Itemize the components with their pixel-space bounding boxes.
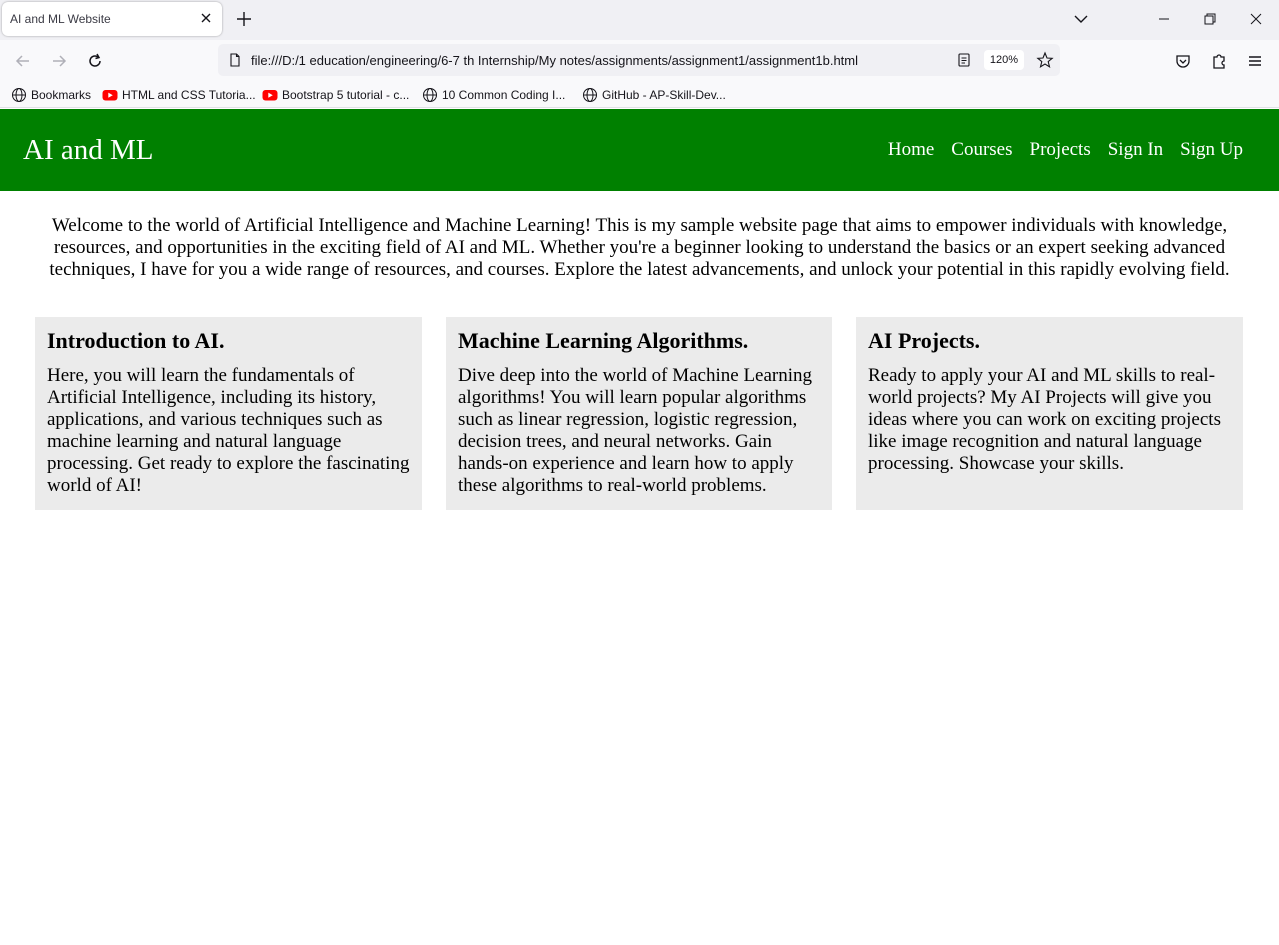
nav-link-sign-up[interactable]: Sign Up bbox=[1180, 139, 1243, 161]
pocket-icon[interactable] bbox=[1173, 51, 1193, 71]
globe-icon bbox=[12, 88, 26, 102]
site-nav: Home Courses Projects Sign In Sign Up bbox=[888, 139, 1243, 161]
card-text: Dive deep into the world of Machine Lear… bbox=[458, 365, 813, 496]
extensions-icon[interactable] bbox=[1209, 51, 1229, 71]
page-icon bbox=[230, 53, 240, 67]
bookmark-label: Bookmarks bbox=[31, 88, 92, 102]
forward-arrow-icon[interactable] bbox=[49, 51, 69, 71]
bookmark-label: GitHub - AP-Skill-Dev... bbox=[602, 88, 726, 102]
tab-title: AI and ML Website bbox=[10, 12, 111, 26]
nav-link-courses[interactable]: Courses bbox=[951, 139, 1012, 161]
reader-view-icon[interactable] bbox=[956, 52, 972, 68]
nav-link-home[interactable]: Home bbox=[888, 139, 934, 161]
tab-close-icon[interactable] bbox=[198, 10, 214, 26]
bookmark-item[interactable]: HTML and CSS Tutoria... bbox=[102, 86, 256, 104]
bookmark-label: 10 Common Coding I... bbox=[442, 88, 566, 102]
card-ai-projects: AI Projects. Ready to apply your AI and … bbox=[856, 317, 1243, 510]
zoom-level-button[interactable]: 120% bbox=[984, 50, 1024, 70]
bookmark-item[interactable]: GitHub - AP-Skill-Dev... bbox=[582, 86, 726, 104]
youtube-icon bbox=[102, 90, 118, 101]
reload-icon[interactable] bbox=[85, 51, 105, 71]
bookmark-item[interactable]: Bootstrap 5 tutorial - c... bbox=[262, 86, 409, 104]
new-tab-icon[interactable] bbox=[234, 9, 254, 29]
chevron-down-icon[interactable] bbox=[1071, 9, 1091, 29]
minimize-icon[interactable] bbox=[1154, 9, 1174, 29]
restore-icon[interactable] bbox=[1200, 9, 1220, 29]
card-machine-learning-algorithms: Machine Learning Algorithms. Dive deep i… bbox=[446, 317, 832, 510]
menu-icon[interactable] bbox=[1245, 51, 1265, 71]
card-title: Introduction to AI. bbox=[47, 328, 225, 353]
site-title: AI and ML bbox=[23, 134, 154, 166]
nav-link-sign-in[interactable]: Sign In bbox=[1108, 139, 1163, 161]
site-header: AI and ML Home Courses Projects Sign In … bbox=[0, 109, 1279, 191]
card-title: Machine Learning Algorithms. bbox=[458, 328, 749, 353]
card-text: Here, you will learn the fundamentals of… bbox=[47, 365, 410, 496]
globe-icon bbox=[583, 88, 597, 102]
globe-icon bbox=[423, 88, 437, 102]
card-text: Ready to apply your AI and ML skills to … bbox=[868, 365, 1221, 474]
bookmark-label: HTML and CSS Tutoria... bbox=[122, 88, 256, 102]
card-introduction-to-ai: Introduction to AI. Here, you will learn… bbox=[35, 317, 422, 510]
browser-toolbar: file:///D:/1 education/engineering/6-7 t… bbox=[0, 40, 1279, 82]
browser-tab-bar: AI and ML Website bbox=[0, 0, 1279, 40]
bookmarks-toolbar: Bookmarks HTML and CSS Tutoria... Bootst… bbox=[0, 82, 1279, 108]
youtube-icon bbox=[262, 90, 278, 101]
intro-paragraph: Welcome to the world of Artificial Intel… bbox=[49, 215, 1230, 280]
card-title: AI Projects. bbox=[868, 328, 980, 353]
browser-tab[interactable]: AI and ML Website bbox=[2, 2, 222, 36]
bookmark-item[interactable]: Bookmarks bbox=[11, 86, 91, 104]
bookmark-star-icon[interactable] bbox=[1036, 51, 1054, 69]
back-arrow-icon[interactable] bbox=[13, 51, 33, 71]
address-bar[interactable]: file:///D:/1 education/engineering/6-7 t… bbox=[218, 44, 1060, 76]
bookmark-item[interactable]: 10 Common Coding I... bbox=[422, 86, 565, 104]
nav-link-projects[interactable]: Projects bbox=[1030, 139, 1091, 161]
url-text: file:///D:/1 education/engineering/6-7 t… bbox=[251, 53, 859, 68]
window-close-icon[interactable] bbox=[1246, 9, 1266, 29]
bookmark-label: Bootstrap 5 tutorial - c... bbox=[282, 88, 410, 102]
